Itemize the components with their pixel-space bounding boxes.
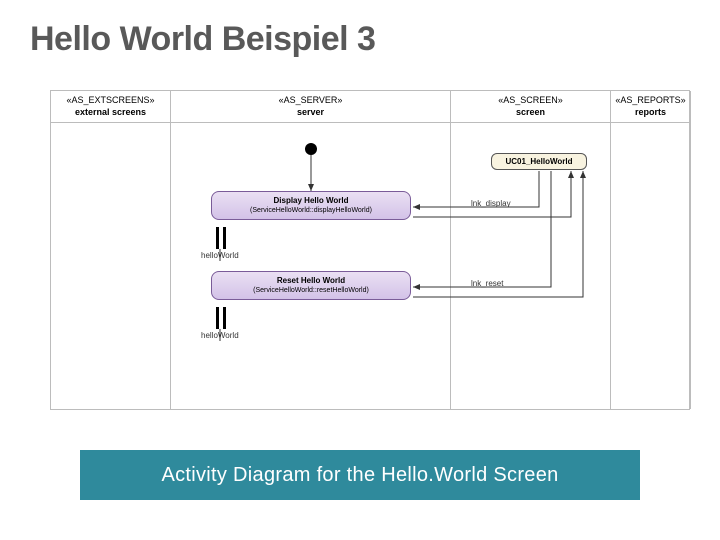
swimlane-external-screens: «AS_EXTSCREENS» external screens: [51, 91, 171, 409]
caption-text: Activity Diagram for the Hello.World Scr…: [161, 464, 558, 487]
lane-stereotype: «AS_SERVER»: [173, 95, 448, 107]
activity-subtitle: (ServiceHelloWorld::resetHelloWorld): [218, 286, 404, 295]
slide-title: Hello World Beispiel 3: [0, 0, 720, 59]
activity-title: Reset Hello World: [218, 276, 404, 286]
fork-join-bar-icon: [223, 307, 226, 329]
lane-header: «AS_EXTSCREENS» external screens: [51, 91, 170, 123]
initial-node-icon: [305, 143, 317, 155]
caption-bar: Activity Diagram for the Hello.World Scr…: [80, 450, 640, 500]
swimlane-screen: «AS_SCREEN» screen: [451, 91, 611, 409]
swimlane-reports: «AS_REPORTS» reports: [611, 91, 691, 409]
lane-header: «AS_REPORTS» reports: [611, 91, 690, 123]
activity-display-hello-world: Display Hello World (ServiceHelloWorld::…: [211, 191, 411, 220]
usecase-box: UC01_HelloWorld: [491, 153, 587, 170]
fork-join-bar-icon: [216, 307, 219, 329]
lane-stereotype: «AS_EXTSCREENS»: [53, 95, 168, 107]
swimlane-server: «AS_SERVER» server: [171, 91, 451, 409]
lane-name: screen: [453, 107, 608, 119]
edge-label: helloWorld: [201, 331, 239, 340]
lane-stereotype: «AS_SCREEN»: [453, 95, 608, 107]
edge-label: lnk_display: [471, 199, 511, 208]
lane-name: reports: [613, 107, 688, 119]
lane-header: «AS_SERVER» server: [171, 91, 450, 123]
fork-join-bar-icon: [223, 227, 226, 249]
lane-name: external screens: [53, 107, 168, 119]
usecase-label: UC01_HelloWorld: [506, 157, 573, 166]
activity-title: Display Hello World: [218, 196, 404, 206]
activity-diagram: «AS_EXTSCREENS» external screens «AS_SER…: [50, 90, 690, 410]
activity-subtitle: (ServiceHelloWorld::displayHelloWorld): [218, 206, 404, 215]
lane-header: «AS_SCREEN» screen: [451, 91, 610, 123]
activity-reset-hello-world: Reset Hello World (ServiceHelloWorld::re…: [211, 271, 411, 300]
lane-name: server: [173, 107, 448, 119]
lane-stereotype: «AS_REPORTS»: [613, 95, 688, 107]
fork-join-bar-icon: [216, 227, 219, 249]
edge-label: helloWorld: [201, 251, 239, 260]
edge-label: lnk_reset: [471, 279, 503, 288]
